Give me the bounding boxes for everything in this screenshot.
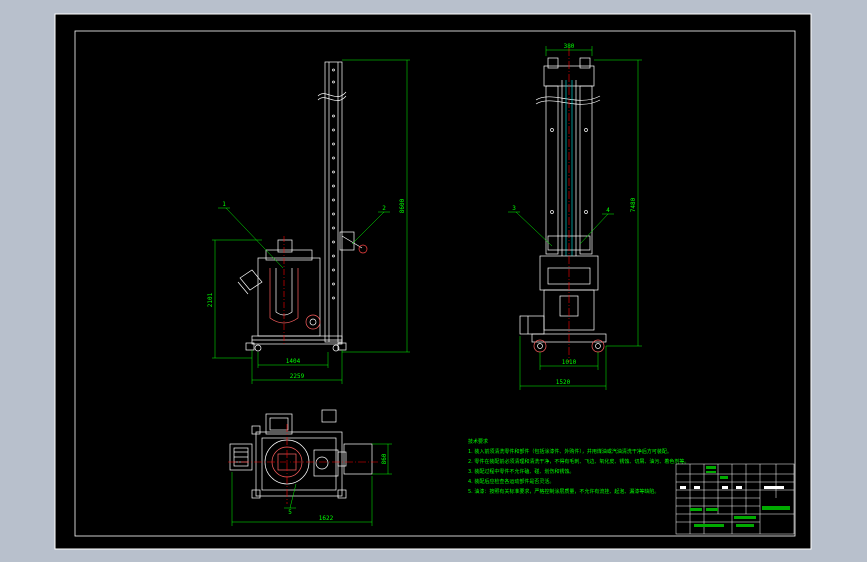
notes-line-3: 3. 装配过程中零件不允许磕、碰、划伤和锈蚀。 xyxy=(468,468,574,475)
notes-line-2: 2. 零件在装配前必须清理和清洗干净，不得有毛刺、飞边、氧化皮、锈蚀、切屑、油污… xyxy=(468,458,689,465)
callout-4: 4 xyxy=(606,207,610,214)
drawing-sheet: 8600 2101 1404 2259 1 2 380 7480 1010 15… xyxy=(54,13,812,550)
dim-plan-width: 1622 xyxy=(319,515,334,522)
cad-viewport[interactable]: 8600 2101 1404 2259 1 2 380 7480 1010 15… xyxy=(0,0,867,562)
sheet-paper xyxy=(54,13,812,550)
notes-title: 技术要求 xyxy=(468,438,488,445)
callout-2: 2 xyxy=(382,205,386,212)
notes-line-1: 1. 装入前须清洗零件和部件（包括涂漆件、外购件），并用煤油或汽油清洗干净后方可… xyxy=(468,448,672,455)
dim-plan-depth: 860 xyxy=(381,453,388,464)
callout-1: 1 xyxy=(222,201,226,208)
callout-3: 3 xyxy=(512,205,516,212)
dim-side-base-outer: 2259 xyxy=(290,373,305,380)
dim-front-top-width: 380 xyxy=(564,43,575,50)
dim-side-left-height: 2101 xyxy=(207,292,214,307)
callout-5: 5 xyxy=(288,509,292,516)
dim-front-wheel-track: 1010 xyxy=(562,359,577,366)
notes-line-4: 4. 装配后应检查各运动部件是否灵活。 xyxy=(468,478,554,485)
dim-side-overall-height: 8600 xyxy=(399,198,406,213)
dim-side-base-inner: 1404 xyxy=(286,358,301,365)
dim-front-overall-width: 1520 xyxy=(556,379,571,386)
dim-front-overall-height: 7480 xyxy=(630,197,637,212)
notes-line-5: 5. 油漆：按照有关标准要求，严格控制涂层质量，不允许有流挂、起泡、漏漆等缺陷。 xyxy=(468,488,659,495)
